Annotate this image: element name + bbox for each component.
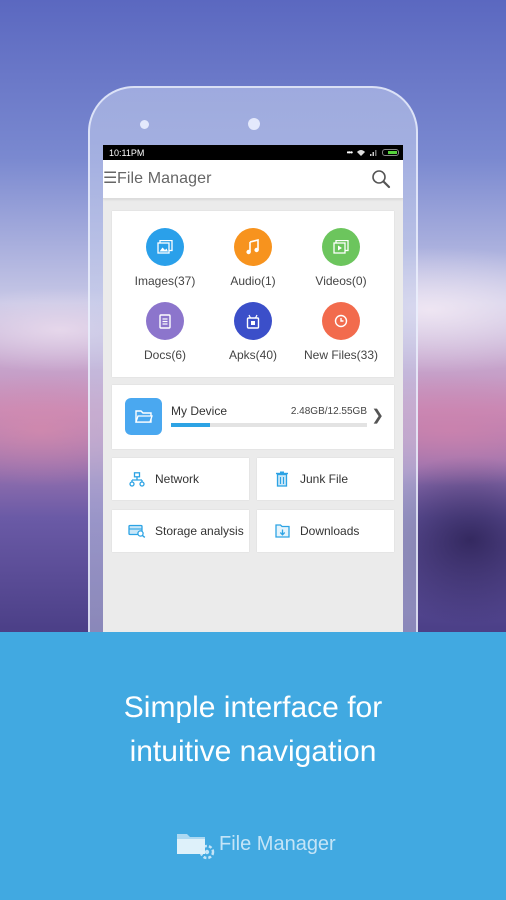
app-title: File Manager — [117, 170, 212, 187]
status-icons: ••• — [347, 148, 399, 157]
trash-icon — [273, 470, 291, 488]
tagline-line-2: intuitive navigation — [129, 735, 377, 768]
junk-file-button[interactable]: Junk File — [257, 458, 394, 500]
category-label: New Files(33) — [303, 348, 378, 362]
tile-label: Junk File — [300, 472, 349, 486]
downloads-button[interactable]: Downloads — [257, 510, 394, 552]
category-label: Docs(6) — [143, 348, 186, 362]
more-dots-icon: ••• — [346, 148, 353, 157]
network-icon — [128, 470, 146, 488]
clock-icon — [322, 302, 360, 340]
battery-icon — [382, 149, 399, 156]
tile-label: Storage analysis — [155, 524, 244, 538]
music-note-icon — [234, 228, 272, 266]
tagline-line-1: Simple interface for — [123, 691, 383, 724]
category-label: Images(37) — [134, 274, 196, 288]
storage-analysis-icon — [128, 522, 146, 540]
storage-analysis-button[interactable]: Storage analysis — [112, 510, 249, 552]
storage-progress-fill — [171, 423, 210, 427]
download-folder-icon — [273, 522, 291, 540]
my-device-card[interactable]: My Device 2.48GB/12.55GB ❯ — [112, 385, 394, 449]
folder-gear-icon — [177, 834, 215, 860]
signal-icon — [370, 150, 377, 156]
category-grid: Images(37) Audio(1) Videos(0) Docs(6) Ap… — [112, 211, 394, 377]
document-icon — [146, 302, 184, 340]
wifi-icon — [357, 149, 365, 156]
image-icon — [146, 228, 184, 266]
category-audio[interactable]: Audio(1) — [206, 228, 300, 288]
device-name: My Device — [171, 404, 228, 418]
device-usage: 2.48GB/12.55GB — [290, 406, 367, 417]
status-bar: 10:11PM ••• — [103, 145, 403, 160]
status-time: 10:11PM — [109, 147, 145, 158]
chevron-right-icon[interactable]: ❯ — [371, 406, 384, 424]
category-apks[interactable]: Apks(40) — [206, 302, 300, 362]
category-label: Apks(40) — [228, 348, 278, 362]
category-images[interactable]: Images(37) — [118, 228, 212, 288]
category-videos[interactable]: Videos(0) — [294, 228, 388, 288]
search-icon[interactable] — [371, 169, 391, 189]
brand-logo: File Manager — [175, 828, 336, 860]
brand-name: File Manager — [219, 832, 336, 855]
video-icon — [322, 228, 360, 266]
category-new-files[interactable]: New Files(33) — [294, 302, 388, 362]
category-label: Audio(1) — [230, 274, 276, 288]
phone-sensor — [140, 120, 149, 129]
storage-progress-bar — [171, 423, 367, 427]
network-button[interactable]: Network — [112, 458, 249, 500]
promo-tagline: Simple interface for intuitive navigatio… — [0, 686, 506, 774]
android-package-icon — [234, 302, 272, 340]
tile-label: Network — [155, 472, 200, 486]
app-bar: ☰ File Manager — [103, 160, 403, 199]
phone-camera — [248, 118, 260, 130]
folder-icon — [125, 398, 162, 435]
category-label: Videos(0) — [315, 274, 367, 288]
category-docs[interactable]: Docs(6) — [118, 302, 212, 362]
phone-screen: 10:11PM ••• ☰ File Manager Images(37) Au… — [103, 145, 403, 632]
tile-label: Downloads — [300, 524, 360, 538]
hamburger-menu-icon[interactable]: ☰ — [103, 171, 117, 187]
promo-banner: Simple interface for intuitive navigatio… — [0, 632, 506, 900]
